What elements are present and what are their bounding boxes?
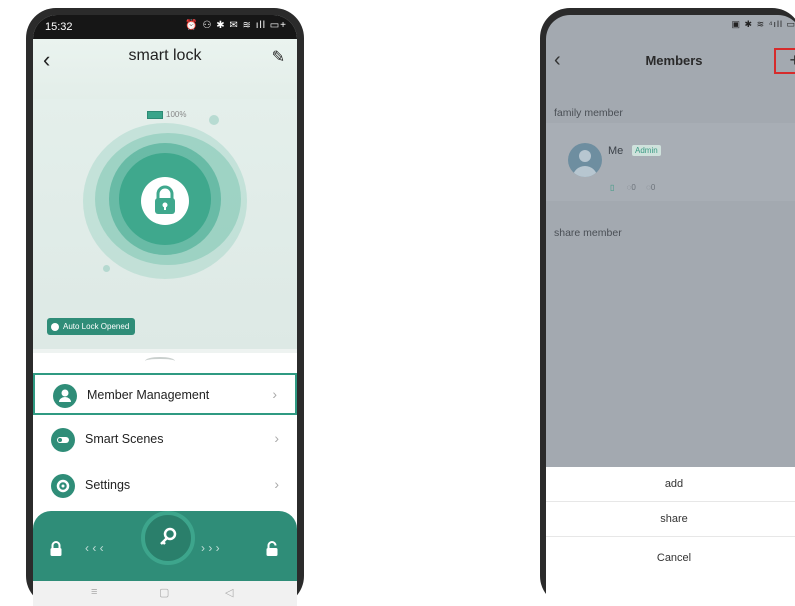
battery-level: 100% (166, 110, 187, 119)
status-icons: ⏰ ⚇ ✱ ✉ ≋ ıll ▭+ (185, 20, 287, 31)
gear-icon (51, 474, 75, 498)
menu-item-label: Smart Scenes (85, 432, 164, 446)
add-button-highlight (774, 48, 795, 74)
auto-lock-label: Auto Lock Opened (63, 322, 130, 331)
key-icon (160, 527, 177, 545)
phone-frame-right: ▣ ✱ ≋ ⁴ıll ▭ ‹ Members + family member M… (540, 8, 795, 606)
battery-indicator: 100% (147, 110, 186, 119)
avatar (568, 143, 602, 177)
menu-nav-icon[interactable]: ≡ (91, 586, 97, 598)
edit-icon[interactable]: ✎ (272, 47, 285, 67)
fingerprint-count: 0 (631, 183, 636, 192)
menu-item-label: Member Management (87, 388, 210, 402)
auto-lock-badge: Auto Lock Opened (47, 318, 136, 335)
battery-icon (147, 110, 163, 119)
lock-closed-icon (50, 541, 62, 556)
unlock-key-button[interactable] (141, 511, 195, 565)
admin-badge: Admin (632, 145, 661, 156)
phone-frame-left: 15:32 ⏰ ⚇ ✱ ✉ ≋ ıll ▭+ ‹ smart lock ✎ 10… (26, 8, 304, 606)
status-icons: ▣ ✱ ≋ ⁴ıll ▭ (731, 19, 795, 29)
action-sheet: add share Cancel (546, 467, 795, 606)
card-count: 0 (650, 183, 656, 192)
decor-dot (103, 265, 110, 272)
home-nav-icon[interactable]: ▢ (159, 586, 169, 599)
auto-lock-icon (51, 322, 59, 331)
system-nav-bar: ≡ ▢ ◁ (33, 581, 297, 606)
chevron-right-icon: › (274, 430, 279, 446)
menu-item-smart-scenes[interactable]: Smart Scenes › (33, 419, 297, 461)
toggle-icon (51, 428, 75, 452)
lock-open-icon (266, 541, 278, 556)
slide-arrows-right: › › › (201, 541, 220, 555)
section-family-member: family member (554, 107, 623, 119)
slide-arrows-left: ‹ ‹ ‹ (85, 541, 104, 555)
page-title: Members (645, 53, 703, 68)
member-credentials: ▯ ◌0 ◌0 (610, 183, 655, 192)
menu-item-settings[interactable]: Settings › (33, 465, 297, 507)
smart-lock-screen: 15:32 ⏰ ⚇ ✱ ✉ ≋ ıll ▭+ ‹ smart lock ✎ 10… (33, 15, 297, 606)
menu-item-label: Settings (85, 478, 131, 492)
member-name: Me (608, 145, 624, 157)
padlock-icon (155, 185, 175, 214)
cancel-option[interactable]: Cancel (546, 541, 795, 575)
decor-dot (209, 115, 219, 125)
person-icon (53, 384, 77, 408)
lock-button[interactable] (141, 177, 189, 225)
chevron-right-icon: › (274, 476, 279, 492)
chevron-right-icon: › (272, 386, 277, 402)
back-nav-icon[interactable]: ◁ (225, 586, 233, 599)
drag-handle[interactable] (145, 357, 175, 365)
phone-credential-icon: ▯ (610, 183, 615, 192)
status-bar: 15:32 ⏰ ⚇ ✱ ✉ ≋ ıll ▭+ (33, 15, 297, 39)
status-time: 15:32 (45, 21, 73, 33)
share-option[interactable]: share (546, 502, 795, 537)
members-screen: ▣ ✱ ≋ ⁴ıll ▭ ‹ Members + family member M… (546, 15, 795, 606)
section-share-member: share member (554, 227, 622, 239)
add-option[interactable]: add (546, 467, 795, 502)
page-title: smart lock (128, 47, 202, 64)
menu-item-member-management[interactable]: Member Management › (33, 373, 297, 415)
